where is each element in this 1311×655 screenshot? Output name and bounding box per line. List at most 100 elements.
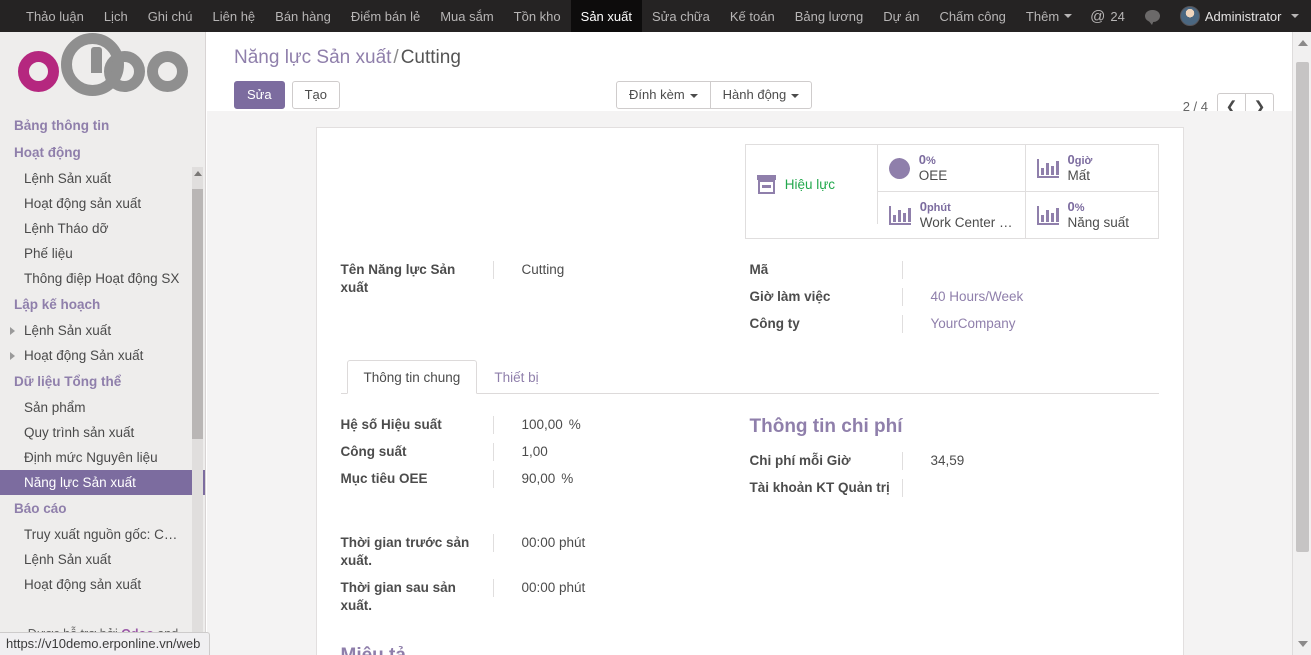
sidebar-item[interactable]: Quy trình sản xuất — [0, 420, 205, 445]
app-menu-label: Lịch — [103, 8, 128, 24]
control-panel: Năng lực Sản xuất / Cutting Sửa Tạo Đính k… — [207, 32, 1292, 120]
app-menu-item-14[interactable]: Thêm — [1016, 0, 1082, 32]
sidebar-item[interactable]: Hoạt động sản xuất — [0, 572, 205, 597]
field-row-company: Công ty YourCompany — [750, 315, 1145, 333]
user-menu[interactable]: Administrator — [1172, 6, 1308, 26]
scroll-up-icon[interactable] — [194, 171, 202, 176]
stat-unit-performance: % — [1074, 202, 1085, 214]
breadcrumb-root[interactable]: Năng lực Sản xuất — [234, 47, 391, 68]
field-value-working-hours[interactable]: 40 Hours/Week — [901, 288, 1145, 306]
page-scrollbar[interactable] — [1292, 32, 1311, 655]
action-dropdown[interactable]: Hành động — [709, 81, 813, 109]
stat-value-oee: 0 — [918, 152, 926, 167]
sidebar-item[interactable]: Năng lực Sản xuất — [0, 470, 205, 495]
stat-button-oee[interactable]: 0% OEE — [877, 145, 1026, 192]
messaging-button[interactable] — [1137, 10, 1168, 25]
sidebar-item[interactable]: Hoạt động sản xuất — [0, 191, 205, 216]
field-value-oee-target[interactable]: 90,00% — [492, 470, 736, 488]
field-value-company[interactable]: YourCompany — [901, 315, 1145, 333]
sidebar-item[interactable]: Định mức Nguyên liệu — [0, 445, 205, 470]
sidebar-section-header: Báo cáo — [14, 501, 67, 516]
app-menu-item-3[interactable]: Liên hệ — [203, 0, 266, 32]
notebook-tab[interactable]: Thông tin chung — [346, 360, 478, 394]
sidebar-item[interactable]: Lệnh Sản xuất — [0, 166, 205, 191]
app-menu-item-2[interactable]: Ghi chú — [138, 0, 203, 32]
description-group-title: Miêu tả — [341, 645, 736, 655]
stat-button-workcenter-load[interactable]: 0phút Work Center … — [877, 192, 1026, 238]
field-label-efficiency: Hệ số Hiệu suất — [340, 417, 442, 432]
chevron-right-icon — [10, 351, 15, 360]
field-value-time-before[interactable]: 00:00 phút — [492, 534, 736, 552]
archive-icon — [756, 175, 776, 194]
app-menu-item-10[interactable]: Kế toán — [720, 0, 785, 32]
edit-button[interactable]: Sửa — [234, 81, 285, 109]
app-menu-item-5[interactable]: Điểm bán lẻ — [341, 0, 430, 32]
app-menu-item-6[interactable]: Mua sắm — [430, 0, 503, 32]
attachment-dropdown[interactable]: Đính kèm — [616, 81, 711, 109]
app-menu-item-9[interactable]: Sửa chữa — [642, 0, 720, 32]
notebook-tab[interactable]: Thiết bị — [477, 360, 555, 394]
field-value-analytic-account[interactable] — [901, 479, 1145, 497]
chevron-down-icon — [791, 93, 800, 98]
sidebar-item[interactable]: Phế liệu — [0, 241, 205, 266]
field-label-oee-target: Mục tiêu OEE — [340, 471, 428, 486]
general-group-left: Hệ số Hiệu suất 100,00% Công suất 1,00 M… — [341, 416, 750, 655]
cost-info-title: Thông tin chi phí — [749, 416, 903, 437]
field-value-time-after[interactable]: 00:00 phút — [492, 579, 736, 597]
mentions-counter[interactable]: @ 24 — [1082, 8, 1133, 25]
app-menu-item-0[interactable]: Thảo luận — [16, 0, 94, 32]
stat-label-lost: Mất — [1067, 169, 1091, 183]
stat-button-active[interactable]: Hiệu lực — [745, 145, 878, 224]
sidebar-item[interactable]: Lệnh Tháo dỡ — [0, 216, 205, 241]
page-scrollbar-thumb[interactable] — [1296, 62, 1309, 552]
field-value-capacity[interactable]: 1,00 — [492, 443, 736, 461]
sidebar-item[interactable]: Truy xuất nguồn gốc: C… — [0, 522, 205, 547]
sidebar-section-header: Lập kế hoạch — [14, 297, 101, 312]
scroll-up-icon[interactable] — [1298, 40, 1308, 46]
notebook-page-general: Hệ số Hiệu suất 100,00% Công suất 1,00 M… — [341, 394, 1159, 655]
general-group-right: Thông tin chi phí Chi phí mỗi Giờ 34,59 … — [750, 416, 1159, 655]
app-menu-item-1[interactable]: Lịch — [94, 0, 138, 32]
field-value-cost-per-hour[interactable]: 34,59 — [901, 452, 1145, 470]
sidebar-section-header: Dữ liệu Tổng thể — [14, 374, 122, 389]
app-menu-item-12[interactable]: Dự án — [873, 0, 929, 32]
sidebar-item[interactable]: Hoạt động Sản xuất — [0, 343, 205, 368]
sidebar-scrollbar[interactable] — [192, 167, 203, 649]
sidebar-item[interactable]: Lệnh Sản xuất — [0, 547, 205, 572]
odoo-logo[interactable] — [0, 32, 205, 110]
create-button[interactable]: Tạo — [291, 81, 341, 109]
navbar-system-tray: @ 24 Administrator — [1082, 0, 1311, 32]
app-menu-item-4[interactable]: Bán hàng — [265, 0, 341, 32]
scroll-down-icon[interactable] — [1298, 641, 1308, 647]
sidebar-item[interactable]: Sản phẩm — [0, 395, 205, 420]
pie-chart-icon — [888, 157, 910, 179]
sidebar-item-label: Quy trình sản xuất — [24, 425, 135, 440]
field-value-code[interactable] — [901, 261, 1145, 279]
app-menu-label: Dự án — [883, 8, 920, 24]
field-value-efficiency[interactable]: 100,00% — [492, 416, 736, 434]
breadcrumb-separator: / — [393, 47, 399, 68]
field-label-working-hours: Giờ làm việc — [749, 289, 831, 304]
chevron-right-icon — [10, 326, 15, 335]
stat-button-lost[interactable]: 0giờ Mất — [1025, 145, 1158, 192]
app-menu-item-8[interactable]: Sản xuất — [570, 0, 642, 32]
form-sheet-container: Hiệu lực 0% OEE 0phút Work Center … 0giờ… — [207, 111, 1292, 655]
sidebar-item-label: Hoạt động sản xuất — [24, 577, 142, 592]
logo-letter-o1 — [17, 50, 59, 92]
sidebar-item-label: Lệnh Sản xuất — [24, 323, 112, 338]
sidebar-item[interactable]: Thông điệp Hoạt động SX — [0, 266, 205, 291]
sidebar-item[interactable]: Lệnh Sản xuất — [0, 318, 205, 343]
bar-chart-icon — [888, 205, 911, 225]
oee-target-unit: % — [561, 471, 574, 486]
header-group-left: Tên Năng lực Sản xuất Cutting — [341, 261, 750, 342]
logo-letter-d — [60, 32, 124, 96]
field-value-name[interactable]: Cutting — [492, 261, 736, 279]
attachment-label: Đính kèm — [629, 87, 685, 102]
app-menu-item-13[interactable]: Chấm công — [929, 0, 1015, 32]
app-menu-item-7[interactable]: Tồn kho — [504, 0, 571, 32]
app-menu-item-11[interactable]: Bảng lương — [785, 0, 874, 32]
app-menu-label: Thêm — [1025, 8, 1060, 24]
field-row-code: Mã — [750, 261, 1145, 279]
stat-button-performance[interactable]: 0% Năng suất — [1025, 192, 1158, 238]
sidebar-scrollbar-thumb[interactable] — [192, 189, 203, 439]
